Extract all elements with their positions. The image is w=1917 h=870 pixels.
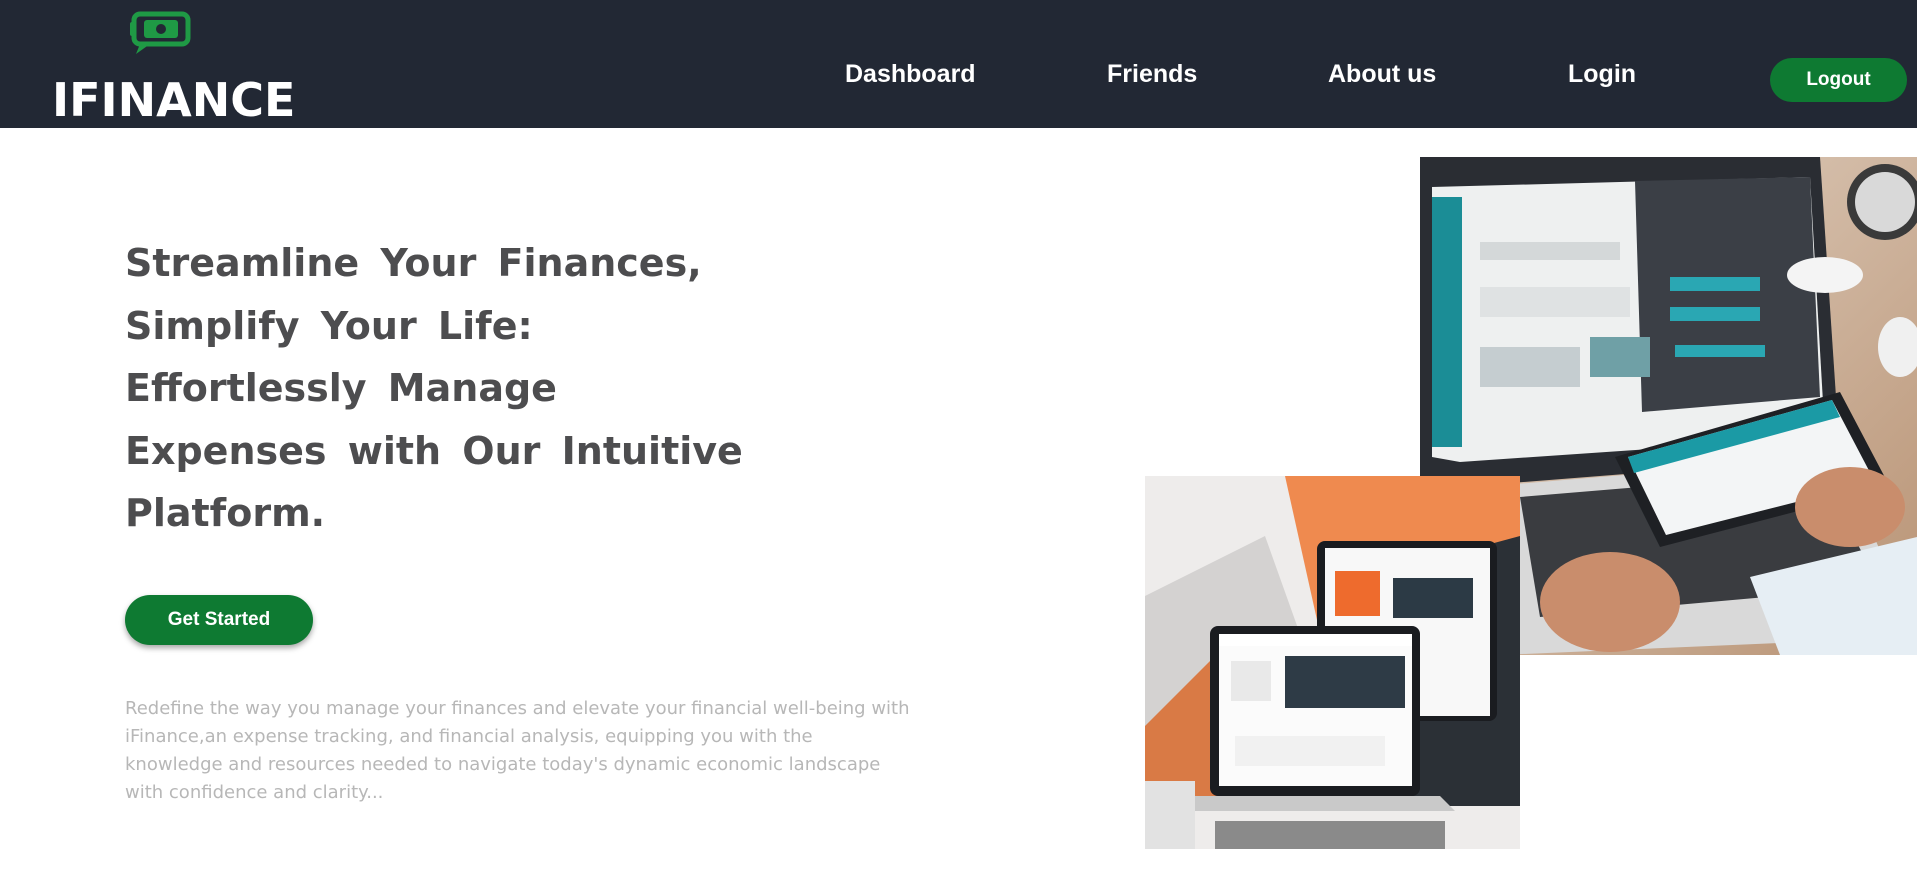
navbar: IFINANCE Dashboard Friends About us Logi…: [0, 0, 1917, 128]
hero-description: Redefine the way you manage your finance…: [125, 698, 910, 803]
devices-illustration: [1145, 476, 1520, 849]
headline-line: Effortlessly Manage: [125, 366, 557, 410]
nav-link-dashboard[interactable]: Dashboard: [845, 60, 976, 89]
headline-line: Expenses with Our Intuitive: [125, 428, 743, 473]
brand-logo[interactable]: IFINANCE: [52, 8, 295, 124]
nav-link-about-us[interactable]: About us: [1328, 60, 1436, 89]
headline-line: Simplify Your Life:: [125, 303, 533, 348]
nav-link-login[interactable]: Login: [1568, 60, 1636, 89]
get-started-button[interactable]: Get Started: [125, 595, 313, 645]
hero-headline: Streamline Your Finances, Simplify Your …: [125, 232, 765, 545]
brand-name: IFINANCE: [52, 73, 296, 127]
headline-line: Platform.: [125, 491, 326, 535]
logout-button[interactable]: Logout: [1770, 58, 1907, 102]
nav-link-friends[interactable]: Friends: [1107, 60, 1197, 89]
money-chat-icon: [130, 11, 191, 54]
headline-line: Streamline Your Finances,: [125, 241, 702, 285]
